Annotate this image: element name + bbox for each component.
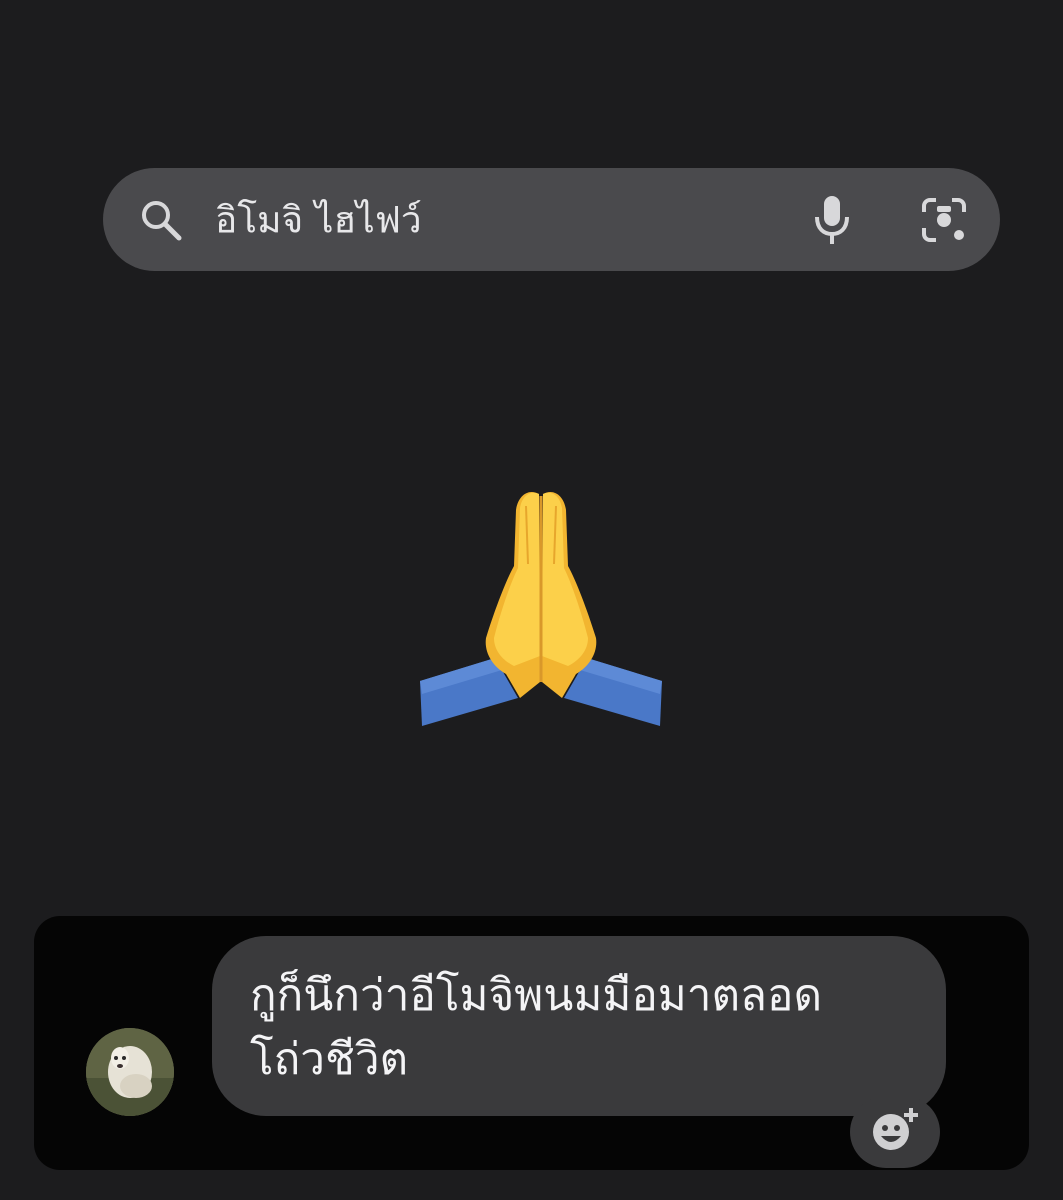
folded-hands-icon bbox=[410, 476, 672, 738]
search-bar[interactable]: อิโมจิ ไฮไฟว์ bbox=[103, 168, 1000, 271]
camera-lens-icon[interactable] bbox=[915, 191, 973, 249]
avatar[interactable] bbox=[86, 1028, 174, 1116]
add-reaction-icon bbox=[869, 1106, 921, 1158]
comment-panel: กูก็นึกว่าอีโมจิพนมมือมาตลอด โถ่วชีวิต bbox=[34, 916, 1029, 1170]
search-icon[interactable] bbox=[133, 192, 189, 248]
comment-bubble[interactable]: กูก็นึกว่าอีโมจิพนมมือมาตลอด โถ่วชีวิต bbox=[212, 936, 946, 1116]
search-input[interactable]: อิโมจิ ไฮไฟว์ bbox=[215, 190, 422, 249]
comment-text: กูก็นึกว่าอีโมจิพนมมือมาตลอด โถ่วชีวิต bbox=[250, 970, 823, 1085]
microphone-icon[interactable] bbox=[803, 191, 861, 249]
add-reaction-button[interactable] bbox=[850, 1096, 940, 1168]
